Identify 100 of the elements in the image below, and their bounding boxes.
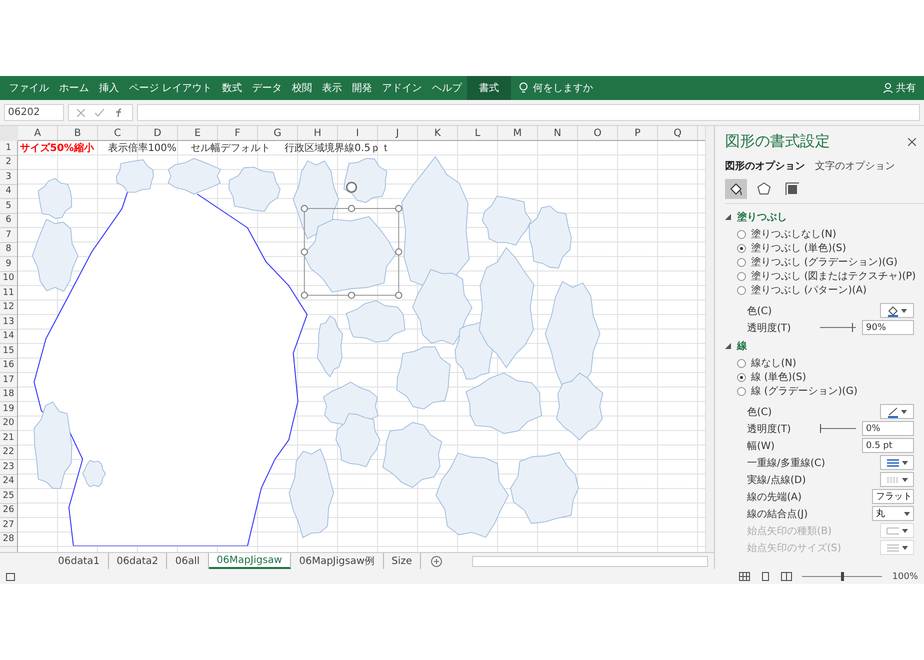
row-header[interactable]: 4 [0, 184, 17, 199]
radio-icon[interactable] [737, 230, 746, 238]
ribbon-tab[interactable]: アドイン [377, 76, 428, 100]
row-header[interactable]: 2 [0, 156, 17, 170]
radio-icon[interactable] [737, 286, 746, 294]
add-sheet-icon[interactable] [431, 556, 442, 566]
formula-field[interactable] [137, 104, 920, 121]
radio-option[interactable]: 線 (グラデーション)(G) [725, 384, 924, 398]
row-header[interactable]: 12 [0, 300, 17, 315]
row-header[interactable]: 23 [0, 460, 17, 474]
fill-color-button[interactable] [880, 303, 914, 318]
ribbon-tab[interactable]: データ [247, 76, 288, 100]
zoom-level[interactable]: 100% [892, 572, 918, 582]
column-header[interactable]: H [298, 126, 338, 140]
radio-option[interactable]: 線 (単色)(S) [725, 370, 924, 384]
column-header[interactable]: K [418, 126, 458, 140]
radio-icon[interactable] [737, 358, 746, 368]
radio-icon[interactable] [737, 272, 746, 280]
row-header[interactable]: 24 [0, 474, 17, 489]
column-header[interactable]: D [138, 126, 178, 140]
dropdown[interactable]: フラット [872, 489, 914, 504]
row-header[interactable]: 25 [0, 489, 17, 504]
column-header[interactable]: L [458, 126, 498, 140]
row-header[interactable]: 7 [0, 228, 17, 242]
column-header[interactable]: F [218, 126, 258, 140]
column-header[interactable]: J [378, 126, 418, 140]
ribbon-tab[interactable]: 挿入 [94, 76, 124, 100]
row-header[interactable]: 22 [0, 446, 17, 460]
section-header[interactable]: 塗りつぶし [725, 210, 924, 224]
column-header[interactable]: O [578, 126, 618, 140]
pane-tab[interactable]: 文字のオプション [815, 159, 895, 173]
row-header[interactable]: 14 [0, 330, 17, 344]
radio-option[interactable]: 塗りつぶしなし(N) [725, 227, 924, 241]
ribbon-tab[interactable]: 書式 [467, 76, 512, 100]
radio-option[interactable]: 塗りつぶし (図またはテクスチャ)(P) [725, 269, 924, 283]
vertical-scrollbar[interactable] [705, 126, 714, 552]
radio-icon[interactable] [737, 258, 746, 266]
row-header[interactable]: 9 [0, 257, 17, 272]
ribbon-tab[interactable]: 数式 [217, 76, 248, 100]
radio-option[interactable]: 塗りつぶし (パターン)(A) [725, 283, 924, 297]
radio-option[interactable]: 塗りつぶし (グラデーション)(G) [725, 255, 924, 269]
column-header[interactable]: Q [658, 126, 698, 140]
row-header[interactable]: 1 [0, 141, 17, 156]
row-header[interactable]: 8 [0, 242, 17, 257]
radio-icon[interactable] [737, 244, 746, 252]
tell-me-prompt[interactable]: 何をしますか [533, 81, 594, 95]
selection-frame[interactable] [300, 182, 402, 299]
row-header[interactable]: 6 [0, 214, 17, 228]
column-header[interactable]: B [58, 126, 98, 140]
zoom-thumb[interactable] [841, 572, 844, 581]
row-header[interactable]: 11 [0, 286, 17, 300]
radio-icon[interactable] [737, 386, 746, 396]
row-header[interactable]: 5 [0, 199, 17, 214]
column-header[interactable]: A [18, 126, 58, 140]
dash-button[interactable] [880, 472, 914, 487]
column-header[interactable]: G [258, 126, 298, 140]
row-header[interactable]: 17 [0, 373, 17, 388]
column-header[interactable]: C [98, 126, 138, 140]
horizontal-scrollbar[interactable] [472, 556, 708, 566]
row-header[interactable]: 28 [0, 532, 17, 547]
function-icon[interactable] [114, 108, 124, 118]
column-header[interactable]: E [178, 126, 218, 140]
row-header[interactable]: 13 [0, 315, 17, 330]
transparency-field[interactable]: 0% [862, 421, 914, 436]
column-header[interactable]: P [618, 126, 658, 140]
row-header[interactable]: 26 [0, 504, 17, 518]
row-header[interactable]: 16 [0, 358, 17, 373]
sheet-tab[interactable]: 06MapJigsaw [208, 553, 292, 569]
radio-option[interactable]: 塗りつぶし (単色)(S) [725, 241, 924, 255]
column-header[interactable]: N [538, 126, 578, 140]
line-color-button[interactable] [880, 404, 914, 419]
ribbon-tab[interactable]: 開発 [347, 76, 378, 100]
pane-tab[interactable]: 図形のオプション [725, 159, 805, 173]
row-header[interactable]: 3 [0, 170, 17, 184]
close-icon[interactable] [908, 138, 916, 146]
row-header[interactable]: 21 [0, 431, 17, 446]
column-header[interactable]: M [498, 126, 538, 140]
row-header[interactable]: 18 [0, 388, 17, 402]
ribbon-tab[interactable]: ページ レイアウト [124, 76, 218, 100]
share-button[interactable]: 共有 [896, 81, 916, 95]
compound-button[interactable] [880, 455, 914, 470]
ribbon-tab[interactable]: 校閲 [287, 76, 318, 100]
normal-view-icon[interactable] [739, 572, 750, 581]
row-header[interactable]: 15 [0, 344, 17, 358]
radio-icon[interactable] [737, 372, 746, 382]
transparency-field[interactable]: 90% [862, 320, 914, 335]
ribbon-tab[interactable]: ファイル [4, 76, 54, 100]
page-layout-icon[interactable] [760, 572, 772, 581]
ribbon-tab[interactable]: 表示 [317, 76, 348, 100]
width-field[interactable]: 0.5 pt [862, 438, 914, 453]
row-header[interactable]: 19 [0, 402, 17, 416]
dropdown[interactable]: 丸 [872, 506, 914, 521]
page-break-icon[interactable] [781, 572, 792, 581]
column-header[interactable]: I [338, 126, 378, 140]
ribbon-tab[interactable]: ヘルプ [427, 76, 468, 100]
icon-tab[interactable] [725, 179, 747, 199]
row-header[interactable]: 10 [0, 272, 17, 286]
row-header[interactable]: 27 [0, 518, 17, 532]
check-icon[interactable] [95, 108, 104, 116]
row-header[interactable]: 20 [0, 416, 17, 431]
